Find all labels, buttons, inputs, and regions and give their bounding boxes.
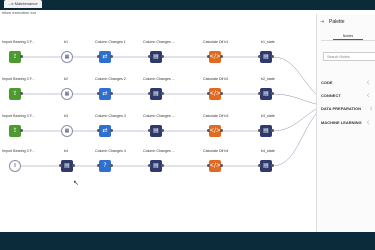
node-label: Import Bearing 3 F... bbox=[2, 114, 35, 118]
category-connect[interactable]: CONNECT bbox=[321, 93, 341, 98]
node-label: Column Changes 4 bbox=[95, 149, 126, 153]
import-node[interactable]: ⇪ bbox=[9, 51, 23, 63]
import-node[interactable]: ⇪ bbox=[9, 160, 21, 172]
dataset-icon: ▦ bbox=[64, 54, 70, 60]
node-label: Column Changes ... bbox=[143, 40, 175, 44]
node-label: Calculate Dif b4 bbox=[203, 149, 229, 153]
output-node[interactable]: ▤ bbox=[258, 160, 274, 172]
import-icon: ⇪ bbox=[12, 163, 18, 169]
node-label: b1_state bbox=[261, 40, 275, 44]
dataset-node[interactable]: ▤ bbox=[59, 160, 75, 172]
import-node[interactable]: ⇪ bbox=[9, 125, 23, 137]
node-label: b4_state bbox=[261, 149, 275, 153]
calculate-node[interactable]: </> bbox=[207, 125, 223, 137]
mouse-cursor-icon: ↖ bbox=[73, 180, 79, 187]
column-changes-node[interactable]: ⇄ bbox=[97, 88, 113, 100]
node-label: Import Bearing 3 F... bbox=[2, 149, 35, 153]
dataset-node[interactable]: ▦ bbox=[61, 88, 73, 100]
dataset-icon: ▦ bbox=[64, 91, 70, 97]
node-label: Column Changes ... bbox=[143, 114, 175, 118]
chevron-icon: 〈 bbox=[365, 93, 369, 98]
dataset-node[interactable]: ▤ bbox=[148, 160, 164, 172]
browser-tab[interactable]: ...e Maintenance bbox=[4, 0, 42, 8]
calculate-node[interactable]: </> bbox=[207, 160, 223, 172]
dataset-node[interactable]: ▦ bbox=[61, 125, 73, 137]
node-label: b4 bbox=[64, 149, 68, 153]
bottom-bar bbox=[0, 232, 375, 250]
dataset-node[interactable]: ▤ bbox=[148, 125, 164, 137]
palette-tabs: Nodes bbox=[321, 34, 375, 41]
node-label: Column Changes 1 bbox=[95, 40, 126, 44]
chevron-icon: 〈 bbox=[368, 106, 372, 111]
column-changes-node[interactable]: ⇄ bbox=[97, 125, 113, 137]
node-label: Calculate Dif b2 bbox=[203, 77, 229, 81]
category-data-preparation[interactable]: DATA PREPARATION bbox=[321, 106, 361, 111]
chevron-icon: 〈 bbox=[365, 80, 369, 85]
dataset-node[interactable]: ▤ bbox=[148, 88, 164, 100]
category-code[interactable]: CODE bbox=[321, 80, 333, 85]
import-node[interactable]: ⇪ bbox=[9, 88, 23, 100]
collapse-palette-icon[interactable]: ⇥ bbox=[320, 19, 324, 25]
top-bar: ...e Maintenance bbox=[0, 0, 375, 10]
node-label: Calculate Dif b3 bbox=[203, 114, 229, 118]
calculate-node[interactable]: </> bbox=[207, 88, 223, 100]
node-label: Column Changes 3 bbox=[95, 114, 126, 118]
calculate-node[interactable]: </> bbox=[207, 51, 223, 63]
node-label: b1 bbox=[64, 40, 68, 44]
column-changes-node[interactable]: ? bbox=[97, 160, 113, 172]
output-node[interactable]: ▤ bbox=[258, 51, 274, 63]
search-nodes-input[interactable]: Search Nodes bbox=[323, 52, 375, 61]
output-node[interactable]: ▤ bbox=[258, 88, 274, 100]
category-machine-learning[interactable]: MACHINE LEARNING bbox=[321, 120, 362, 125]
node-label: b2_state bbox=[261, 77, 275, 81]
node-label: b3 bbox=[64, 114, 68, 118]
dataset-icon: ▦ bbox=[64, 128, 70, 134]
column-changes-node[interactable]: ⇄ bbox=[97, 51, 113, 63]
node-label: Column Changes ... bbox=[143, 77, 175, 81]
node-label: Calculate Dif b1 bbox=[203, 40, 229, 44]
dataset-node[interactable]: ▦ bbox=[61, 51, 73, 63]
palette-panel: ⇥ Palette Nodes Search Nodes CODE 〈 CONN… bbox=[316, 14, 375, 232]
flow-links bbox=[20, 56, 316, 167]
dataset-node[interactable]: ▤ bbox=[148, 51, 164, 63]
node-label: Column Changes ... bbox=[143, 149, 175, 153]
node-label: b3_state bbox=[261, 114, 275, 118]
node-label: Column Changes 2 bbox=[95, 77, 126, 81]
palette-title: Palette bbox=[329, 19, 345, 25]
node-label: Import Bearing 3 F... bbox=[2, 77, 35, 81]
node-label: b2 bbox=[64, 77, 68, 81]
tab-nodes[interactable]: Nodes bbox=[333, 34, 363, 40]
flow-canvas[interactable]: Import Bearing 3 F... ⇪ b1 ▦ Column Chan… bbox=[0, 14, 316, 242]
output-node[interactable]: ▤ bbox=[258, 125, 274, 137]
chevron-icon: 〈 bbox=[365, 120, 369, 125]
node-label: Import Bearing 3 F... bbox=[2, 40, 35, 44]
